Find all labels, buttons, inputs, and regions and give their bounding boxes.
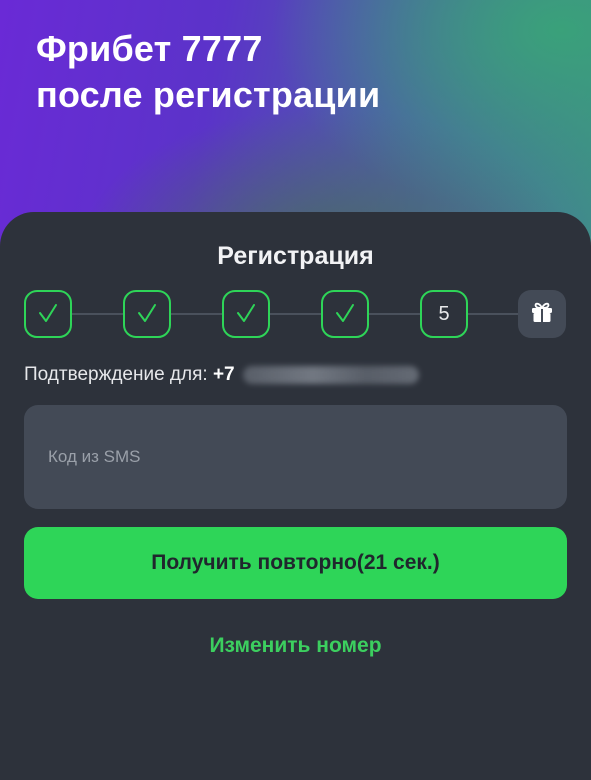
registration-stepper: 5 xyxy=(24,290,568,338)
stepper-connector xyxy=(171,313,222,315)
promo-title-line-1: Фрибет 7777 xyxy=(36,28,263,69)
stepper-connector xyxy=(369,313,420,315)
phone-number-redacted xyxy=(242,365,419,384)
stepper-connector xyxy=(72,313,123,315)
check-icon xyxy=(334,303,356,325)
step-3-completed xyxy=(222,290,270,338)
check-icon xyxy=(235,303,257,325)
step-reward xyxy=(518,290,566,338)
confirmation-label: Подтверждение для: xyxy=(24,364,208,385)
registration-title: Регистрация xyxy=(217,242,374,270)
resend-code-button[interactable]: Получить повторно(21 сек.) xyxy=(24,527,567,599)
step-1-completed xyxy=(24,290,72,338)
check-icon xyxy=(136,303,158,325)
gift-icon xyxy=(529,299,555,330)
step-5-current: 5 xyxy=(420,290,468,338)
step-2-completed xyxy=(123,290,171,338)
promo-title-line-2: после регистрации xyxy=(36,74,381,115)
confirmation-text: Подтверждение для: +7 xyxy=(24,364,419,386)
promo-title: Фрибет 7777 после регистрации xyxy=(36,26,380,118)
stepper-connector xyxy=(270,313,321,315)
step-number: 5 xyxy=(438,302,450,325)
stepper-connector xyxy=(468,313,518,315)
phone-prefix: +7 xyxy=(212,364,235,385)
sms-code-input[interactable] xyxy=(24,405,567,509)
change-number-link[interactable]: Изменить номер xyxy=(0,634,591,658)
registration-card: Регистрация 5 Подтверждение для: +7 Код … xyxy=(0,212,591,780)
step-4-completed xyxy=(321,290,369,338)
check-icon xyxy=(37,303,59,325)
